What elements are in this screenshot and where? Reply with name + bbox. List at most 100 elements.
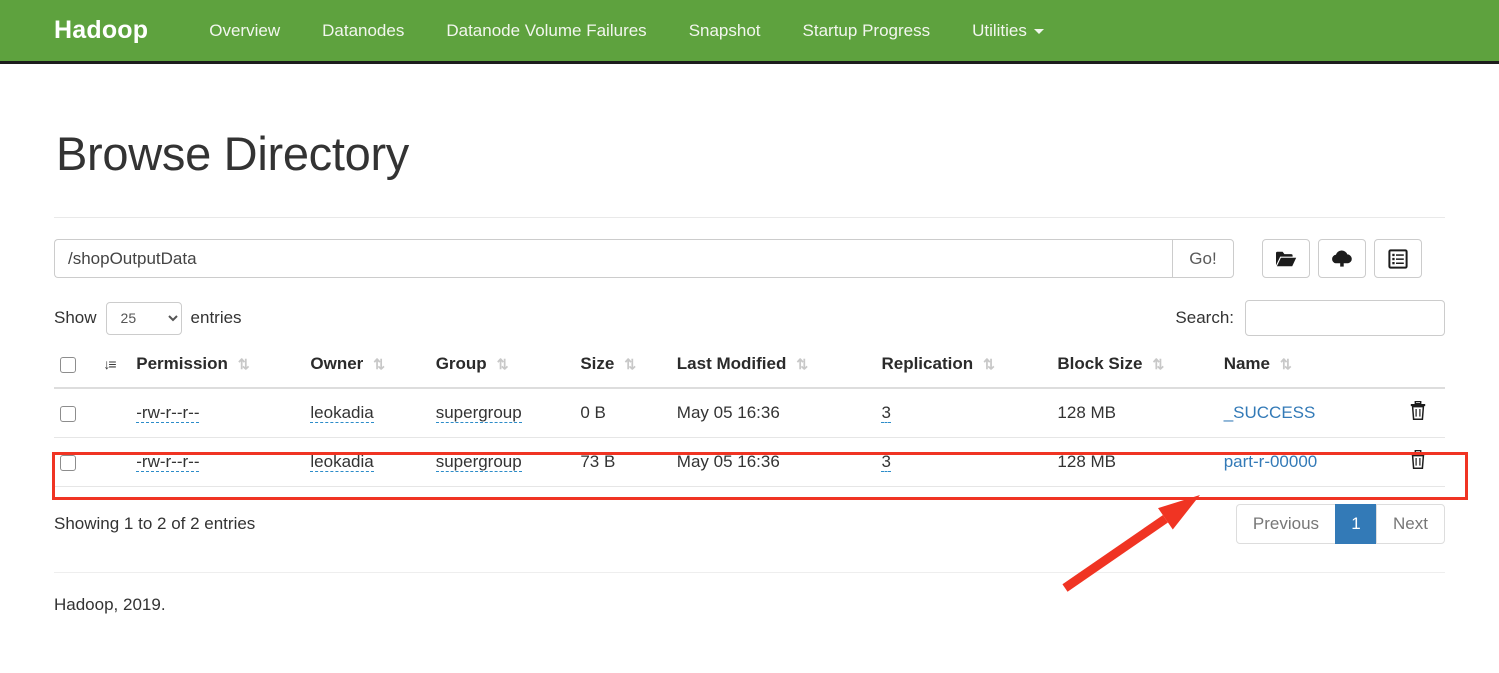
go-button[interactable]: Go! [1172, 239, 1234, 278]
select-all-checkbox[interactable] [60, 356, 76, 373]
nav-item-datanodes[interactable]: Datanodes [301, 21, 425, 41]
snapshot-list-button[interactable] [1374, 239, 1422, 278]
file-name-link[interactable]: _SUCCESS [1224, 403, 1316, 422]
cell-size: 73 B [574, 437, 671, 487]
row-select-cell[interactable] [54, 388, 88, 438]
open-folder-button[interactable] [1262, 239, 1310, 278]
row-select-cell[interactable] [54, 437, 88, 487]
th-block-size[interactable]: Block Size ⇅ [1051, 350, 1218, 389]
th-group-label: Group [435, 354, 487, 373]
sort-icon: ⇅ [496, 355, 509, 372]
cell-owner[interactable]: leokadia [304, 437, 430, 487]
nav-item-datanode-volume-failures[interactable]: Datanode Volume Failures [425, 21, 667, 41]
row-checkbox[interactable] [60, 405, 76, 422]
directory-path-input[interactable] [54, 239, 1172, 278]
nav-item-datanodes-label: Datanodes [322, 20, 405, 40]
th-last-modified[interactable]: Last Modified ⇅ [670, 350, 876, 389]
th-name[interactable]: Name ⇅ [1217, 350, 1391, 389]
owner-value[interactable]: leokadia [310, 403, 374, 423]
th-name-label: Name [1223, 354, 1271, 373]
th-permission-label: Permission [136, 354, 228, 373]
owner-value[interactable]: leokadia [310, 452, 374, 472]
nav-item-overview[interactable]: Overview [188, 21, 301, 41]
length-control: Show 25 50 100 entries [54, 301, 242, 335]
th-group[interactable]: Group ⇅ [429, 350, 575, 389]
nav-item-snapshot[interactable]: Snapshot [668, 21, 782, 41]
search-control: Search: [1175, 300, 1445, 336]
search-label: Search: [1175, 308, 1234, 327]
cell-block-size: 128 MB [1051, 388, 1218, 438]
cell-replication[interactable]: 3 [875, 437, 1052, 487]
cell-block-size: 128 MB [1051, 437, 1218, 487]
th-replication-label: Replication [881, 354, 974, 373]
group-value[interactable]: supergroup [435, 403, 522, 423]
table-row[interactable]: -rw-r--r-- leokadia supergroup 73 B May … [54, 437, 1445, 487]
permission-value[interactable]: -rw-r--r-- [136, 403, 200, 423]
row-sort-cell [87, 437, 131, 487]
th-permission[interactable]: Permission ⇅ [130, 350, 305, 389]
sort-icon: ⇅ [1152, 355, 1164, 372]
group-value[interactable]: supergroup [435, 452, 522, 472]
file-listing-table: ↓≡ Permission ⇅ Owner ⇅ Group ⇅ Size ⇅ Last … [54, 350, 1445, 487]
sort-icon: ⇅ [237, 355, 250, 372]
table-footer: Showing 1 to 2 of 2 entries Previous 1 N… [54, 504, 1445, 544]
entries-info: Showing 1 to 2 of 2 entries [54, 514, 256, 533]
row-checkbox[interactable] [60, 454, 76, 471]
table-body: -rw-r--r-- leokadia supergroup 0 B May 0… [54, 388, 1445, 487]
top-navbar: Hadoop Overview Datanodes Datanode Volum… [0, 0, 1499, 64]
th-owner-label: Owner [310, 354, 364, 373]
cell-name[interactable]: _SUCCESS [1217, 388, 1391, 438]
th-size-label: Size [580, 354, 615, 373]
sort-active-icon: ↓≡ [103, 356, 116, 372]
th-row-sort[interactable]: ↓≡ [87, 350, 131, 389]
table-controls: Show 25 50 100 entries Search: [54, 300, 1445, 336]
th-size[interactable]: Size ⇅ [574, 350, 671, 389]
sort-icon: ⇅ [796, 355, 808, 372]
permission-value[interactable]: -rw-r--r-- [136, 452, 200, 472]
th-replication[interactable]: Replication ⇅ [875, 350, 1052, 389]
cloud-upload-button[interactable] [1318, 239, 1366, 278]
caret-down-icon [1033, 28, 1044, 34]
cell-permission[interactable]: -rw-r--r-- [130, 437, 305, 487]
nav-item-startup-progress[interactable]: Startup Progress [782, 21, 952, 41]
list-icon [1388, 248, 1408, 269]
search-input[interactable] [1245, 300, 1445, 336]
path-action-buttons [1262, 239, 1422, 278]
cell-last-modified: May 05 16:36 [670, 388, 876, 438]
cell-replication[interactable]: 3 [875, 388, 1052, 438]
cell-group[interactable]: supergroup [429, 437, 575, 487]
cell-size: 0 B [574, 388, 671, 438]
row-sort-cell [87, 388, 131, 438]
pagination-previous[interactable]: Previous [1235, 504, 1337, 544]
trash-icon[interactable] [1410, 449, 1426, 474]
pagination: Previous 1 Next [1235, 504, 1445, 544]
sort-icon: ⇅ [983, 355, 995, 372]
path-input-group: Go! [54, 239, 1234, 278]
trash-icon[interactable] [1410, 400, 1426, 425]
page-length-select[interactable]: 25 50 100 [105, 301, 182, 335]
cell-delete[interactable] [1390, 388, 1445, 438]
cell-owner[interactable]: leokadia [304, 388, 430, 438]
page-footer: Hadoop, 2019. [54, 595, 166, 614]
th-select-all[interactable] [54, 350, 88, 389]
brand-logo[interactable]: Hadoop [54, 16, 148, 45]
cloud-upload-icon [1330, 249, 1354, 268]
sort-icon: ⇅ [1280, 355, 1292, 372]
table-row[interactable]: -rw-r--r-- leokadia supergroup 0 B May 0… [54, 388, 1445, 438]
main-container: Browse Directory Go! [0, 126, 1499, 615]
pagination-next[interactable]: Next [1376, 504, 1445, 544]
pagination-page-1[interactable]: 1 [1335, 504, 1378, 544]
nav-item-datanode-volume-failures-label: Datanode Volume Failures [446, 20, 647, 40]
replication-value[interactable]: 3 [881, 452, 891, 472]
replication-value[interactable]: 3 [881, 403, 891, 423]
nav-item-overview-label: Overview [209, 20, 281, 40]
cell-permission[interactable]: -rw-r--r-- [130, 388, 305, 438]
file-name-link[interactable]: part-r-00000 [1224, 452, 1318, 471]
cell-name[interactable]: part-r-00000 [1217, 437, 1391, 487]
cell-delete[interactable] [1390, 437, 1445, 487]
th-delete [1390, 350, 1445, 389]
entries-label: entries [190, 308, 242, 327]
th-owner[interactable]: Owner ⇅ [304, 350, 430, 389]
cell-group[interactable]: supergroup [429, 388, 575, 438]
nav-item-utilities[interactable]: Utilities [951, 21, 1065, 41]
